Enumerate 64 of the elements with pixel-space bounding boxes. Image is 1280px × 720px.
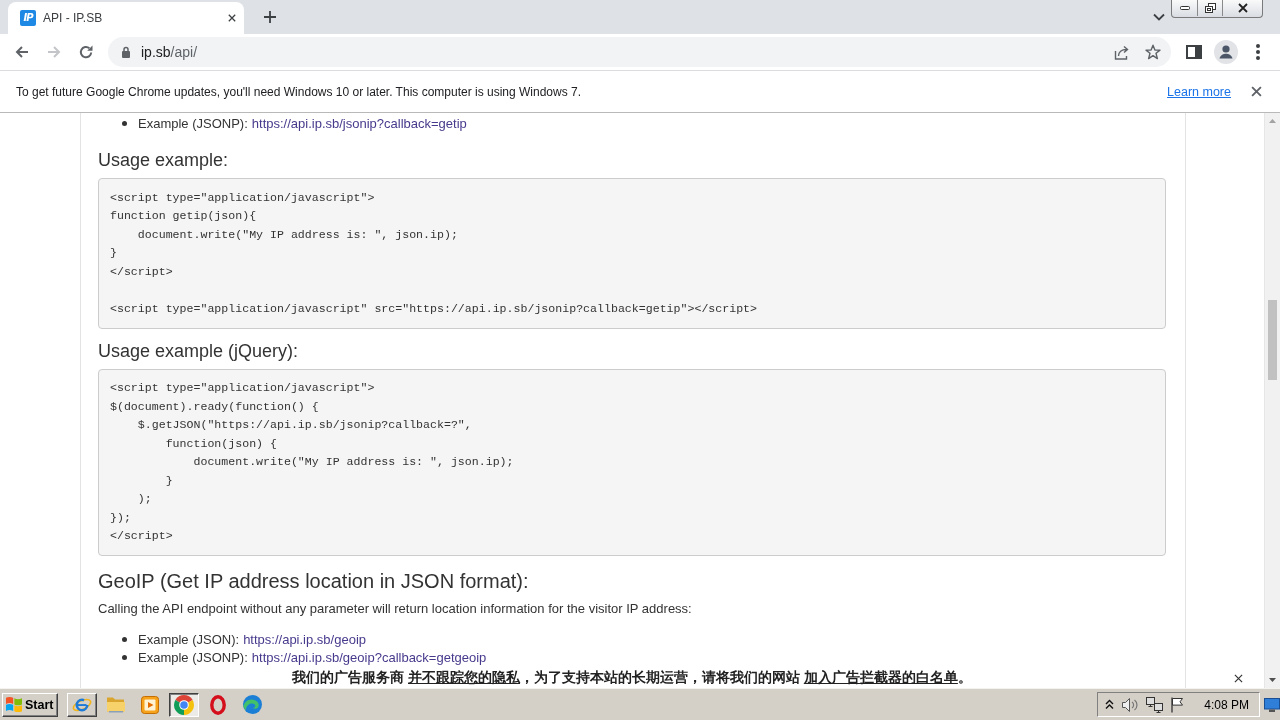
section-subheading: Usage example (jQuery): xyxy=(98,339,300,362)
flag-icon xyxy=(1170,696,1186,713)
clock[interactable]: 4:08 PM xyxy=(1204,697,1249,712)
play-icon xyxy=(141,695,160,714)
person-icon xyxy=(1214,40,1238,64)
triangle-down-icon xyxy=(1269,678,1276,682)
code-block: <script type="application/javascript"> function getip(json){ document.write("My IP address is: ", json.ip); } </script> <script type="application/javascript" src="https://api.ip.sb/jsonip?callback=getip"></script> xyxy=(98,178,1166,329)
show-hidden-icons-button[interactable] xyxy=(1105,699,1115,710)
start-button[interactable]: Start xyxy=(2,692,59,717)
code-block: <script type="application/javascript"> $(document).ready(function() { $.getJSON("https://api.ip.sb/jsonip?callback=?", function(json) { document.write("My IP address is: ", json.ip); } ); }); </script> xyxy=(98,368,1166,556)
network-icon xyxy=(1146,696,1164,713)
ad-notice-text: 我们的广告服务商 并不跟踪您的隐私，为了支持本站的长期运营，请将我们的网站 加入广告拦截器的白名单。 xyxy=(292,669,972,687)
url-link[interactable]: https://api.ip.sb/jsonip?callback=getip xyxy=(251,115,467,131)
triangle-up-icon xyxy=(1269,119,1276,123)
section-heading: GeoIP (Get IP address location in JSON format): xyxy=(98,569,530,594)
bullet-icon xyxy=(122,654,127,660)
speaker-icon xyxy=(1121,696,1140,713)
lock-icon xyxy=(121,46,131,58)
url-link[interactable]: https://api.ip.sb/geoip xyxy=(243,631,366,647)
infobar-message: To get future Google Chrome updates, you'll need Windows 10 or later. This computer is using Windows 7. xyxy=(16,84,583,99)
network-button[interactable] xyxy=(1146,696,1164,713)
close-icon xyxy=(1237,3,1248,13)
bullet-icon xyxy=(122,636,127,642)
chevron-up-icon xyxy=(1105,699,1115,710)
back-arrow-icon xyxy=(14,44,30,60)
reload-icon xyxy=(78,44,94,60)
star-icon xyxy=(1145,44,1161,60)
learn-more-link[interactable]: Learn more xyxy=(1167,84,1231,99)
monitor-icon xyxy=(1264,697,1280,712)
wave-logo-icon xyxy=(243,695,262,714)
folder-icon xyxy=(106,696,127,713)
close-icon xyxy=(228,14,236,22)
action-center-button[interactable] xyxy=(1170,696,1186,713)
site-logo: IP xyxy=(20,10,36,26)
o-logo-icon xyxy=(210,694,227,715)
show-desktop-button[interactable] xyxy=(1264,697,1280,712)
taskbar-app-button[interactable] xyxy=(169,692,200,717)
address-bar[interactable]: ip.sb/api/ xyxy=(108,37,1171,67)
section-subheading: Usage example: xyxy=(98,149,230,171)
list-label: Example (JSONP): xyxy=(138,649,248,665)
scrollbar-thumb[interactable] xyxy=(1268,300,1277,380)
minimize-icon xyxy=(1179,6,1190,10)
description-text: Calling the API endpoint without any parameter will return location information for the visitor IP address: xyxy=(98,600,693,618)
chevron-down-icon xyxy=(1153,13,1165,21)
side-panel-icon xyxy=(1186,45,1202,59)
bullet-icon xyxy=(122,120,127,126)
close-icon xyxy=(1250,86,1262,97)
restore-icon xyxy=(1204,3,1216,13)
list-label: Example (JSON): xyxy=(138,631,240,647)
close-button[interactable] xyxy=(1232,672,1244,684)
url-link[interactable]: https://api.ip.sb/geoip?callback=getgeoip xyxy=(251,649,487,665)
start-flag-icon xyxy=(6,697,22,712)
close-icon xyxy=(1233,673,1243,683)
list-label: Example (JSONP): xyxy=(138,115,248,131)
ring-logo-icon xyxy=(174,694,195,715)
notice-link[interactable]: 并不跟踪您的隐私 xyxy=(408,669,520,685)
plus-icon xyxy=(264,11,276,23)
share-icon xyxy=(1114,44,1130,60)
notice-link[interactable]: 加入广告拦截器的白名单 xyxy=(803,669,958,685)
volume-button[interactable] xyxy=(1121,696,1140,713)
browser-tab[interactable]: IP API - IP.SB xyxy=(8,2,244,34)
more-vertical-icon xyxy=(1256,44,1260,60)
profile-button[interactable] xyxy=(1212,38,1240,66)
forward-arrow-icon xyxy=(46,44,62,60)
